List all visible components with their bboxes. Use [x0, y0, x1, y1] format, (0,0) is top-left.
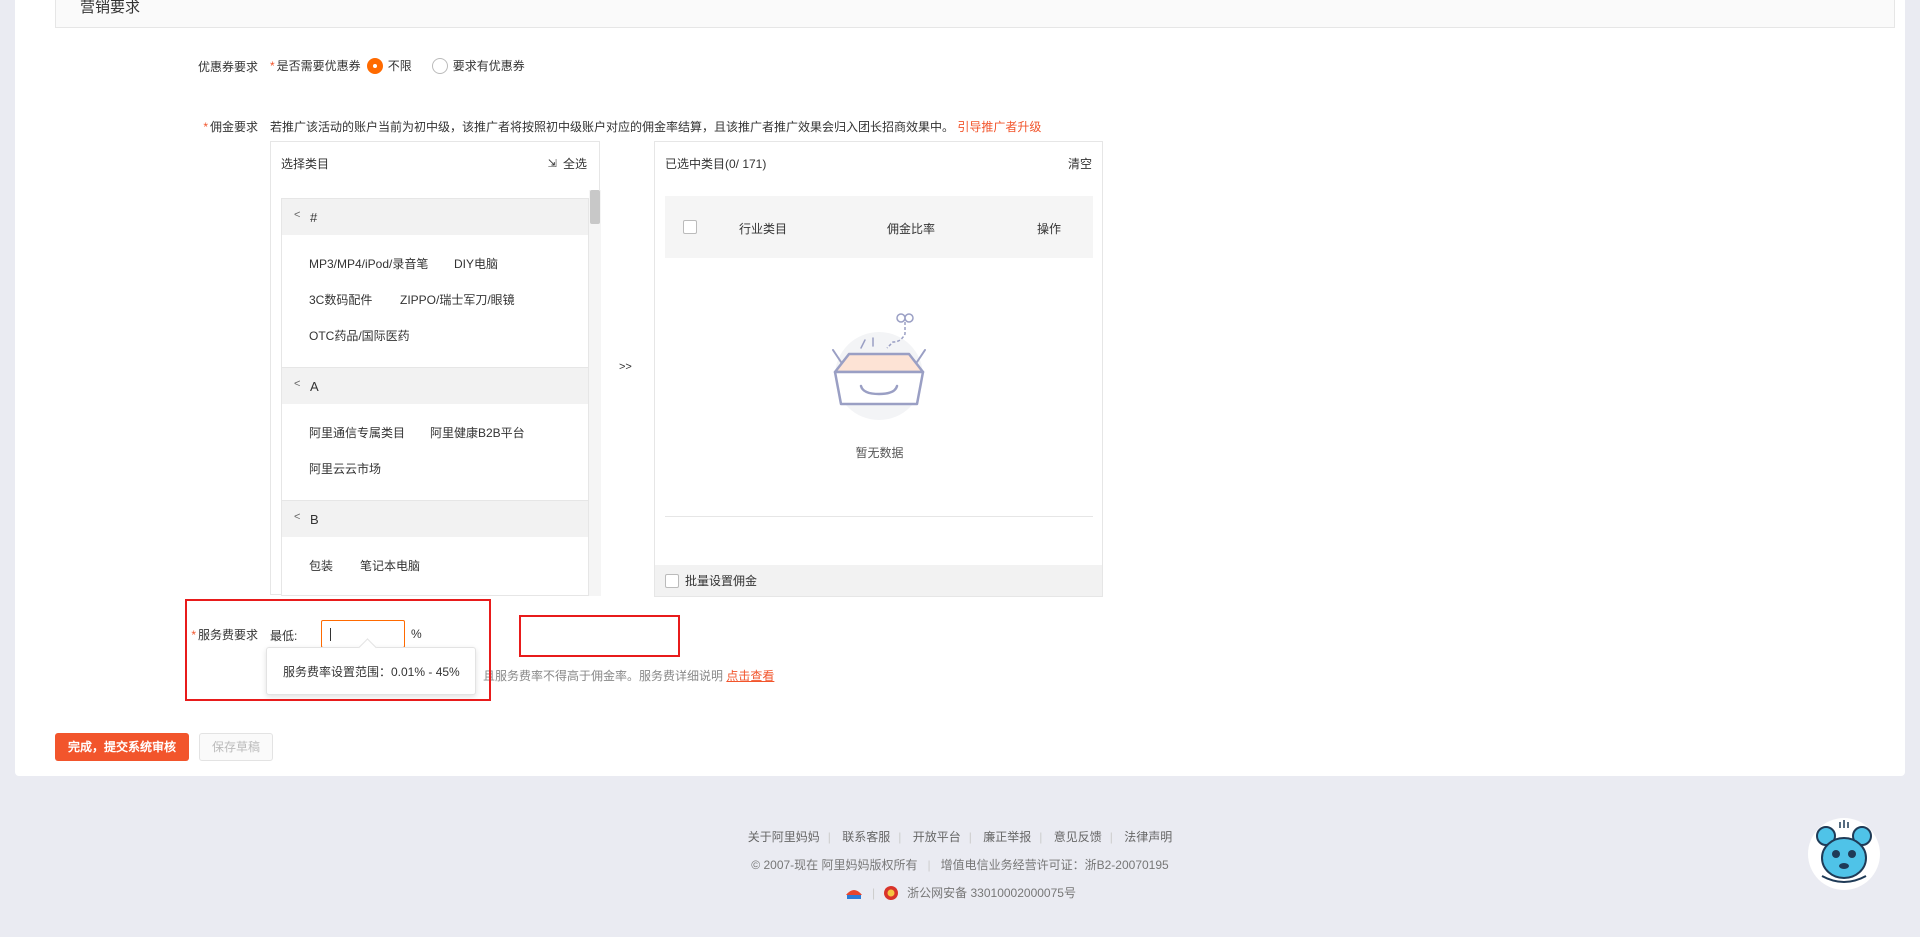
select-all-button[interactable]: ⇲ 全选 — [548, 155, 587, 172]
category-item[interactable]: 阿里通信专属类目 — [309, 424, 405, 441]
chevron-left-icon[interactable]: < — [294, 209, 300, 221]
coupon-question: 是否需要优惠券 — [276, 59, 361, 73]
radio-selected-icon[interactable] — [366, 57, 383, 74]
transfer-button[interactable]: >> — [619, 361, 632, 373]
footer-links: 关于阿里妈妈 | 联系客服 | 开放平台 | 廉正举报 | 意见反馈 | 法律声明 — [747, 830, 1173, 844]
commission-note: 若推广该活动的账户当前为初中级，该推广者将按照初中级账户对应的佣金率结算，且该推… — [270, 120, 1042, 134]
coupon-row: * 是否需要优惠券 不限 要求有优惠券 — [270, 57, 525, 74]
view-details-link[interactable]: 点击查看 — [726, 669, 774, 683]
group-header[interactable]: < B — [282, 501, 588, 537]
column-header: 操作 — [1037, 222, 1062, 236]
category-item[interactable]: ZIPPO/瑞士军刀/眼镜 — [400, 291, 515, 308]
category-item[interactable]: 笔记本电脑 — [360, 557, 420, 574]
category-group-b: < B 包装 笔记本电脑 — [281, 500, 589, 596]
submit-review-button[interactable]: 完成，提交系统审核 — [55, 733, 189, 761]
annotation-box — [519, 615, 680, 657]
footer-link[interactable]: 意见反馈 — [1054, 830, 1102, 844]
chevron-left-icon[interactable]: < — [294, 378, 300, 390]
select-all-checkbox[interactable] — [683, 220, 697, 234]
save-draft-button[interactable]: 保存草稿 — [199, 733, 273, 761]
category-group-hash: < # MP3/MP4/iPod/录音笔 DIY电脑 3C数码配件 ZIPPO/… — [281, 198, 589, 368]
telecom-badge-icon — [846, 889, 863, 899]
column-header: 行业类目 — [739, 222, 788, 236]
category-item[interactable]: DIY电脑 — [454, 255, 498, 272]
group-header[interactable]: < A — [282, 368, 588, 404]
category-scrollbar[interactable] — [589, 190, 601, 596]
group-header[interactable]: < # — [282, 199, 588, 235]
scrollbar-thumb[interactable] — [590, 190, 600, 224]
category-item[interactable]: MP3/MP4/iPod/录音笔 — [309, 255, 428, 272]
footer-police: | 浙公网安备 33010002000075号 — [0, 884, 1920, 901]
coupon-option-unlimited[interactable]: 不限 — [366, 57, 412, 74]
chevron-left-icon[interactable]: < — [294, 511, 300, 523]
batch-commission-row: 批量设置佣金 — [655, 565, 1102, 596]
coupon-label: 优惠券要求 — [197, 60, 258, 74]
police-emblem-icon — [884, 885, 899, 900]
select-all-icon: ⇲ — [547, 158, 557, 170]
divider — [665, 516, 1093, 517]
footer-link[interactable]: 开放平台 — [913, 830, 961, 844]
empty-text: 暂无数据 — [855, 446, 904, 460]
empty-box-icon — [832, 313, 926, 420]
category-item[interactable]: OTC药品/国际医药 — [309, 327, 410, 344]
footer-link[interactable]: 联系客服 — [842, 830, 890, 844]
footer-link[interactable]: 关于阿里妈妈 — [748, 830, 820, 844]
commission-label: * 佣金要求 — [203, 120, 258, 134]
category-item[interactable]: 包装 — [309, 557, 333, 574]
radio-unselected-icon[interactable] — [431, 57, 448, 74]
coupon-option-required[interactable]: 要求有优惠券 — [431, 57, 525, 74]
clear-button[interactable]: 清空 — [1068, 155, 1092, 172]
upgrade-promoter-link[interactable]: 引导推广者升级 — [957, 120, 1041, 134]
footer-link[interactable]: 廉正举报 — [983, 830, 1031, 844]
section-title: 营销要求 — [80, 0, 141, 16]
footer-copyright: © 2007-现在 阿里妈妈版权所有 | 增值电信业务经营许可证：浙B2-20070… — [751, 858, 1169, 872]
footer-link[interactable]: 法律声明 — [1124, 830, 1172, 844]
panel-title: 已选中类目(0/ 171) — [665, 157, 767, 171]
selected-category-panel: 已选中类目(0/ 171) 清空 行业类目 佣金比率 操作 暂无数据 批量设置佣… — [654, 141, 1103, 597]
category-item[interactable]: 3C数码配件 — [309, 291, 372, 308]
category-item[interactable]: 阿里云云市场 — [309, 460, 381, 477]
table-header: 行业类目 佣金比率 操作 — [665, 196, 1093, 258]
batch-commission-checkbox[interactable] — [665, 573, 679, 588]
service-fee-hint: ，且服务费率不得高于佣金率。服务费详细说明 点击查看 — [471, 669, 775, 683]
section-header: 营销要求 — [55, 0, 1895, 28]
assistant-mascot-icon[interactable] — [1806, 816, 1882, 892]
annotation-box — [185, 599, 491, 701]
panel-title: 选择类目 — [281, 157, 330, 171]
category-select-panel: 选择类目 ⇲ 全选 < # MP3/MP4/iPod/录音笔 DIY电脑 3C数… — [270, 141, 601, 596]
category-group-a: < A 阿里通信专属类目 阿里健康B2B平台 阿里云云市场 — [281, 367, 589, 501]
category-item[interactable]: 阿里健康B2B平台 — [430, 424, 525, 441]
column-header: 佣金比率 — [887, 222, 936, 236]
